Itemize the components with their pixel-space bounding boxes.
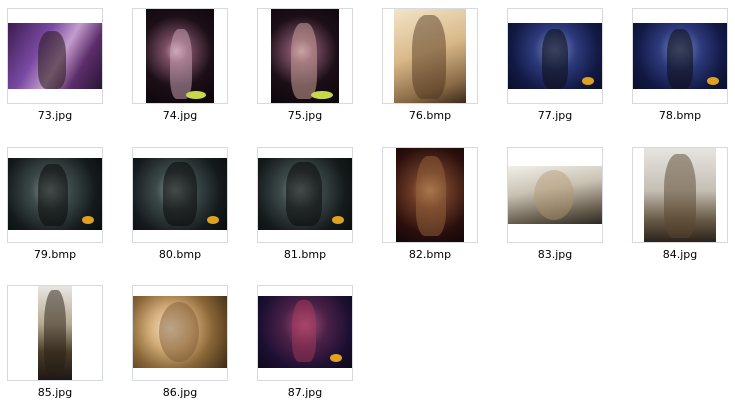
thumbnail-frame[interactable]: [7, 147, 103, 243]
thumbnail-image: [8, 158, 102, 230]
file-item-75[interactable]: 75.jpg: [257, 8, 353, 133]
thumbnail-image: [8, 23, 102, 89]
file-item-84[interactable]: 84.jpg: [632, 147, 728, 272]
file-item-85[interactable]: 85.jpg: [7, 285, 103, 410]
file-item-87[interactable]: 87.jpg: [257, 285, 353, 410]
file-name: 74.jpg: [162, 109, 198, 122]
file-name: 73.jpg: [37, 109, 73, 122]
thumbnail-frame[interactable]: [507, 8, 603, 104]
thumbnail-frame[interactable]: [632, 147, 728, 243]
file-item-79[interactable]: 79.bmp: [7, 147, 103, 272]
thumbnail-frame[interactable]: [132, 8, 228, 104]
file-item-86[interactable]: 86.jpg: [132, 285, 228, 410]
thumbnail-image: [508, 166, 602, 224]
file-name: 79.bmp: [33, 248, 77, 261]
thumbnail-frame[interactable]: [257, 147, 353, 243]
thumbnail-image: [258, 296, 352, 368]
file-name: 83.jpg: [537, 248, 573, 261]
file-name: 80.bmp: [158, 248, 202, 261]
thumbnail-image: [38, 286, 72, 380]
thumbnail-frame[interactable]: [132, 147, 228, 243]
thumbnail-grid: 73.jpg 74.jpg 75.jpg 76.bmp 77.jpg 78.bm…: [0, 0, 735, 400]
thumbnail-frame[interactable]: [632, 8, 728, 104]
file-item-78[interactable]: 78.bmp: [632, 8, 728, 133]
file-name: 78.bmp: [658, 109, 702, 122]
file-name: 87.jpg: [287, 386, 323, 399]
file-item-80[interactable]: 80.bmp: [132, 147, 228, 272]
file-name: 86.jpg: [162, 386, 198, 399]
file-name: 77.jpg: [537, 109, 573, 122]
thumbnail-image: [394, 9, 466, 103]
thumbnail-image: [508, 23, 602, 89]
thumbnail-frame[interactable]: [132, 285, 228, 381]
file-name: 84.jpg: [662, 248, 698, 261]
file-item-73[interactable]: 73.jpg: [7, 8, 103, 133]
thumbnail-image: [644, 148, 716, 242]
thumbnail-frame[interactable]: [382, 147, 478, 243]
file-item-81[interactable]: 81.bmp: [257, 147, 353, 272]
file-item-77[interactable]: 77.jpg: [507, 8, 603, 133]
thumbnail-frame[interactable]: [7, 8, 103, 104]
thumbnail-frame[interactable]: [507, 147, 603, 243]
file-name: 82.bmp: [408, 248, 452, 261]
file-name: 85.jpg: [37, 386, 73, 399]
thumbnail-image: [396, 148, 464, 242]
thumbnail-frame[interactable]: [382, 8, 478, 104]
file-item-83[interactable]: 83.jpg: [507, 147, 603, 272]
thumbnail-image: [133, 158, 227, 230]
thumbnail-image: [271, 9, 339, 103]
file-item-82[interactable]: 82.bmp: [382, 147, 478, 272]
thumbnail-image: [258, 158, 352, 230]
thumbnail-frame[interactable]: [7, 285, 103, 381]
file-item-74[interactable]: 74.jpg: [132, 8, 228, 133]
thumbnail-image: [133, 296, 227, 368]
thumbnail-image: [146, 9, 214, 103]
file-item-76[interactable]: 76.bmp: [382, 8, 478, 133]
thumbnail-image: [633, 23, 727, 89]
file-name: 81.bmp: [283, 248, 327, 261]
file-name: 76.bmp: [408, 109, 452, 122]
thumbnail-frame[interactable]: [257, 8, 353, 104]
thumbnail-frame[interactable]: [257, 285, 353, 381]
file-name: 75.jpg: [287, 109, 323, 122]
